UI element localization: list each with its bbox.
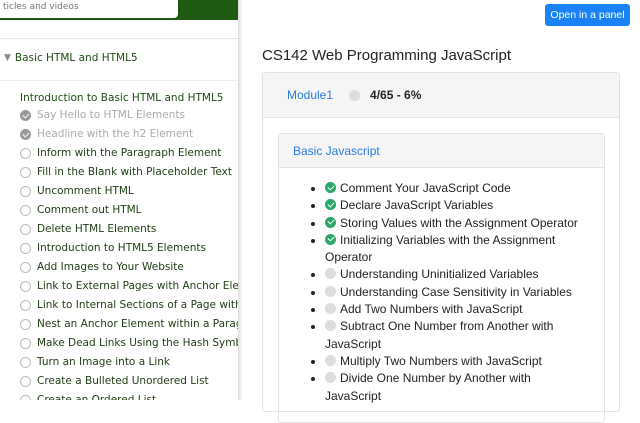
lesson-label: Divide One Number by Another with JavaSc… — [325, 371, 531, 402]
challenge-label: Link to External Pages with Anchor Eleme… — [37, 280, 240, 292]
challenge-label: Comment out HTML — [37, 204, 142, 216]
challenge-label: Uncomment HTML — [37, 185, 134, 197]
check-circle-icon — [20, 110, 31, 121]
challenge-label: Turn an Image into a Link — [37, 356, 170, 368]
intro-link[interactable]: Introduction to Basic HTML and HTML5 — [20, 92, 223, 104]
challenge-label: Introduction to HTML5 Elements — [37, 242, 206, 254]
check-circle-icon — [325, 199, 336, 210]
lesson-label: Add Two Numbers with JavaScript — [340, 302, 523, 316]
challenge-label: Headline with the h2 Element — [37, 128, 193, 140]
challenge-label: Create an Ordered List — [37, 394, 156, 400]
empty-circle-icon — [325, 355, 336, 366]
caret-down-icon: ▼ — [4, 53, 11, 63]
lesson-label: Storing Values with the Assignment Opera… — [340, 216, 578, 230]
challenge-item[interactable]: Delete HTML Elements — [20, 223, 156, 235]
empty-circle-icon — [20, 243, 31, 254]
check-circle-icon — [325, 217, 336, 228]
check-circle-icon — [20, 129, 31, 140]
challenge-item[interactable]: Make Dead Links Using the Hash Symbol — [20, 337, 240, 349]
empty-circle-icon — [20, 186, 31, 197]
challenge-item[interactable]: Link to External Pages with Anchor Eleme… — [20, 280, 240, 292]
challenge-label: Create a Bulleted Unordered List — [37, 375, 209, 387]
lesson-item[interactable]: Declare JavaScript Variables — [325, 197, 584, 214]
challenge-item[interactable]: Nest an Anchor Element within a Paragrap… — [20, 318, 240, 330]
challenge-item[interactable]: Add Images to Your Website — [20, 261, 184, 273]
progress-icon — [349, 90, 360, 101]
lesson-item[interactable]: Multiply Two Numbers with JavaScript — [325, 353, 584, 370]
lesson-item[interactable]: Initializing Variables with the Assignme… — [325, 232, 584, 267]
check-circle-icon — [325, 234, 336, 245]
challenge-label: Add Images to Your Website — [37, 261, 184, 273]
module-header: Module1 4/65 - 6% — [263, 73, 619, 118]
lesson-label: Multiply Two Numbers with JavaScript — [340, 354, 542, 368]
lesson-label: Comment Your JavaScript Code — [340, 181, 511, 195]
empty-circle-icon — [325, 320, 336, 331]
empty-circle-icon — [20, 357, 31, 368]
challenge-item[interactable]: Uncomment HTML — [20, 185, 134, 197]
challenge-item[interactable]: Turn an Image into a Link — [20, 356, 170, 368]
lesson-label: Initializing Variables with the Assignme… — [325, 233, 555, 264]
open-in-panel-button[interactable]: Open in a panel — [545, 4, 630, 26]
divider — [0, 38, 240, 39]
empty-circle-icon — [20, 148, 31, 159]
lesson-label: Declare JavaScript Variables — [340, 198, 493, 212]
challenge-item[interactable]: Say Hello to HTML Elements — [20, 109, 185, 121]
empty-circle-icon — [325, 268, 336, 279]
check-circle-icon — [325, 182, 336, 193]
section-card: Basic Javascript Comment Your JavaScript… — [278, 133, 605, 423]
empty-circle-icon — [20, 395, 31, 401]
divider — [0, 80, 240, 81]
lesson-list: Comment Your JavaScript Code Declare Java… — [279, 168, 604, 405]
challenge-item[interactable]: Headline with the h2 Element — [20, 128, 193, 140]
challenge-item[interactable]: Introduction to HTML5 Elements — [20, 242, 206, 254]
lesson-item[interactable]: Subtract One Number from Another with Ja… — [325, 318, 584, 353]
challenge-label: Inform with the Paragraph Element — [37, 147, 221, 159]
challenge-item[interactable]: Link to Internal Sections of a Page with… — [20, 299, 240, 311]
lesson-label: Understanding Case Sensitivity in Variab… — [340, 285, 572, 299]
empty-circle-icon — [20, 205, 31, 216]
challenge-label: Say Hello to HTML Elements — [37, 109, 185, 121]
module-link[interactable]: Module1 — [287, 88, 333, 102]
lesson-item[interactable]: Comment Your JavaScript Code — [325, 180, 584, 197]
empty-circle-icon — [20, 319, 31, 330]
empty-circle-icon — [20, 300, 31, 311]
challenge-item[interactable]: Create an Ordered List — [20, 394, 156, 400]
lesson-item[interactable]: Understanding Uninitialized Variables — [325, 266, 584, 283]
challenge-item[interactable]: Inform with the Paragraph Element — [20, 147, 221, 159]
empty-circle-icon — [20, 224, 31, 235]
section-basic-html[interactable]: ▼ Basic HTML and HTML5 — [4, 52, 138, 64]
empty-circle-icon — [325, 286, 336, 297]
lesson-label: Understanding Uninitialized Variables — [340, 267, 539, 281]
empty-circle-icon — [20, 376, 31, 387]
empty-circle-icon — [20, 338, 31, 349]
empty-circle-icon — [20, 281, 31, 292]
module-card: Module1 4/65 - 6% Basic Javascript Comme… — [262, 72, 620, 412]
section-label: Basic HTML and HTML5 — [15, 52, 138, 64]
curriculum-sidebar: ▼ Basic HTML and HTML5 Introduction to B… — [0, 0, 240, 400]
lesson-item[interactable]: Understanding Case Sensitivity in Variab… — [325, 284, 584, 301]
lesson-item[interactable]: Storing Values with the Assignment Opera… — [325, 215, 584, 232]
lesson-item[interactable]: Add Two Numbers with JavaScript — [325, 301, 584, 318]
panel-divider — [238, 0, 242, 400]
challenge-label: Fill in the Blank with Placeholder Text — [37, 166, 232, 178]
challenge-label: Link to Internal Sections of a Page with… — [37, 299, 240, 311]
empty-circle-icon — [325, 303, 336, 314]
challenge-item[interactable]: Comment out HTML — [20, 204, 142, 216]
empty-circle-icon — [20, 262, 31, 273]
section-link[interactable]: Basic Javascript — [279, 134, 604, 168]
module-progress: 4/65 - 6% — [370, 88, 421, 102]
challenge-label: Make Dead Links Using the Hash Symbol — [37, 337, 240, 349]
challenge-label: Nest an Anchor Element within a Paragrap… — [37, 318, 240, 330]
challenge-item[interactable]: Fill in the Blank with Placeholder Text — [20, 166, 232, 178]
challenge-label: Delete HTML Elements — [37, 223, 156, 235]
search-input[interactable] — [0, 0, 178, 18]
page-title: CS142 Web Programming JavaScript — [262, 47, 511, 64]
lesson-label: Subtract One Number from Another with Ja… — [325, 319, 553, 350]
empty-circle-icon — [325, 372, 336, 383]
empty-circle-icon — [20, 167, 31, 178]
challenge-item[interactable]: Create a Bulleted Unordered List — [20, 375, 209, 387]
